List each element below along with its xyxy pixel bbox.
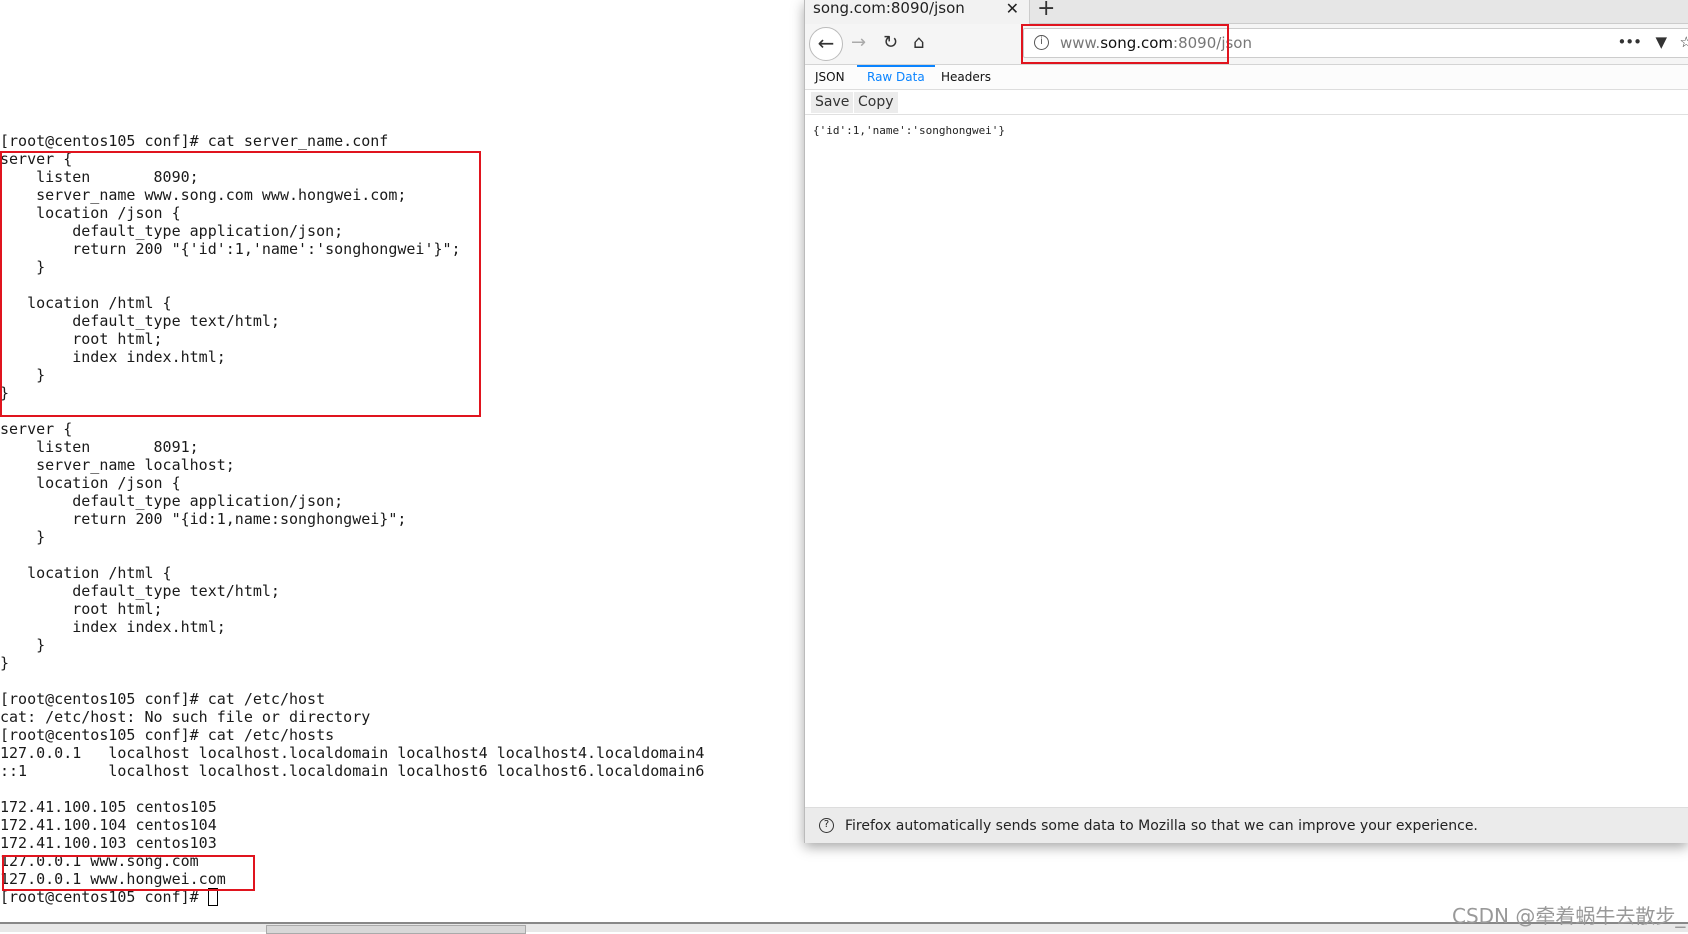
terminal-line: 127.0.0.1 localhost localhost.localdomai… — [0, 744, 705, 762]
json-viewer-tabs: JSON Raw Data Headers — [805, 65, 1688, 90]
terminal-line: location /json { — [0, 474, 181, 492]
taskbar-item[interactable] — [266, 925, 526, 934]
terminal-line: } — [0, 636, 46, 654]
watermark: CSDN @牵着蜗牛去散步_ — [1452, 904, 1686, 928]
terminal-line: } — [0, 654, 10, 672]
terminal-line: server_name localhost; — [0, 456, 235, 474]
raw-toolbar: Save Copy — [805, 90, 1688, 115]
terminal-line: listen 8091; — [0, 438, 199, 456]
raw-content: {'id':1,'name':'songhongwei'} — [813, 124, 1006, 137]
tab-json[interactable]: JSON — [805, 65, 855, 90]
new-tab-button[interactable]: + — [1037, 0, 1055, 21]
page-actions-icon[interactable]: ••• — [1617, 33, 1642, 51]
highlight-url — [1021, 24, 1229, 64]
terminal-line: 172.41.100.104 centos104 — [0, 816, 217, 834]
back-button[interactable]: ← — [809, 27, 843, 61]
terminal-line: return 200 "{id:1,name:songhongwei}"; — [0, 510, 407, 528]
terminal-line: [root@centos105 conf]# cat /etc/hosts — [0, 726, 335, 744]
terminal-line: index index.html; — [0, 618, 226, 636]
terminal-line: default_type text/html; — [0, 582, 280, 600]
terminal-line: location /html { — [0, 564, 172, 582]
home-button[interactable]: ⌂ — [913, 32, 924, 53]
terminal-line: [root@centos105 conf]# cat /etc/host — [0, 690, 326, 708]
tab-title: song.com:8090/json — [813, 0, 965, 17]
terminal-line: default_type application/json; — [0, 492, 344, 510]
notification-bar: ? Firefox automatically sends some data … — [805, 807, 1688, 843]
bookmark-star-icon[interactable]: ☆ — [1680, 33, 1688, 51]
terminal-line: 172.41.100.105 centos105 — [0, 798, 217, 816]
forward-button[interactable]: → — [851, 32, 866, 53]
firefox-window: song.com:8090/json ✕ + ← → ↻ ⌂ i www.son… — [804, 0, 1688, 843]
browser-tab[interactable]: song.com:8090/json ✕ — [805, 0, 1030, 24]
terminal-line: } — [0, 528, 46, 546]
tab-bar: song.com:8090/json ✕ + — [805, 0, 1688, 24]
terminal-line: [root@centos105 conf]# cat server_name.c… — [0, 132, 389, 150]
terminal-line: ::1 localhost localhost.localdomain loca… — [0, 762, 705, 780]
terminal-line: server { — [0, 420, 73, 438]
highlight-hosts-entries — [2, 855, 255, 891]
notification-text: Firefox automatically sends some data to… — [845, 818, 1478, 834]
reload-button[interactable]: ↻ — [883, 32, 898, 53]
copy-button[interactable]: Copy — [854, 92, 898, 113]
save-button[interactable]: Save — [811, 92, 854, 113]
nav-bar: ← → ↻ ⌂ i www.song.com:8090/json ••• ▼ ☆ — [805, 24, 1688, 65]
terminal-line: root html; — [0, 600, 163, 618]
help-icon: ? — [819, 818, 834, 833]
pocket-icon[interactable]: ▼ — [1655, 33, 1667, 51]
close-tab-icon[interactable]: ✕ — [1006, 0, 1019, 17]
terminal-line: 172.41.100.103 centos103 — [0, 834, 217, 852]
terminal-line: cat: /etc/host: No such file or director… — [0, 708, 371, 726]
highlight-server-block — [0, 151, 481, 417]
taskbar — [0, 922, 1688, 934]
tab-raw-data[interactable]: Raw Data — [857, 65, 935, 90]
tab-headers[interactable]: Headers — [931, 65, 1001, 90]
